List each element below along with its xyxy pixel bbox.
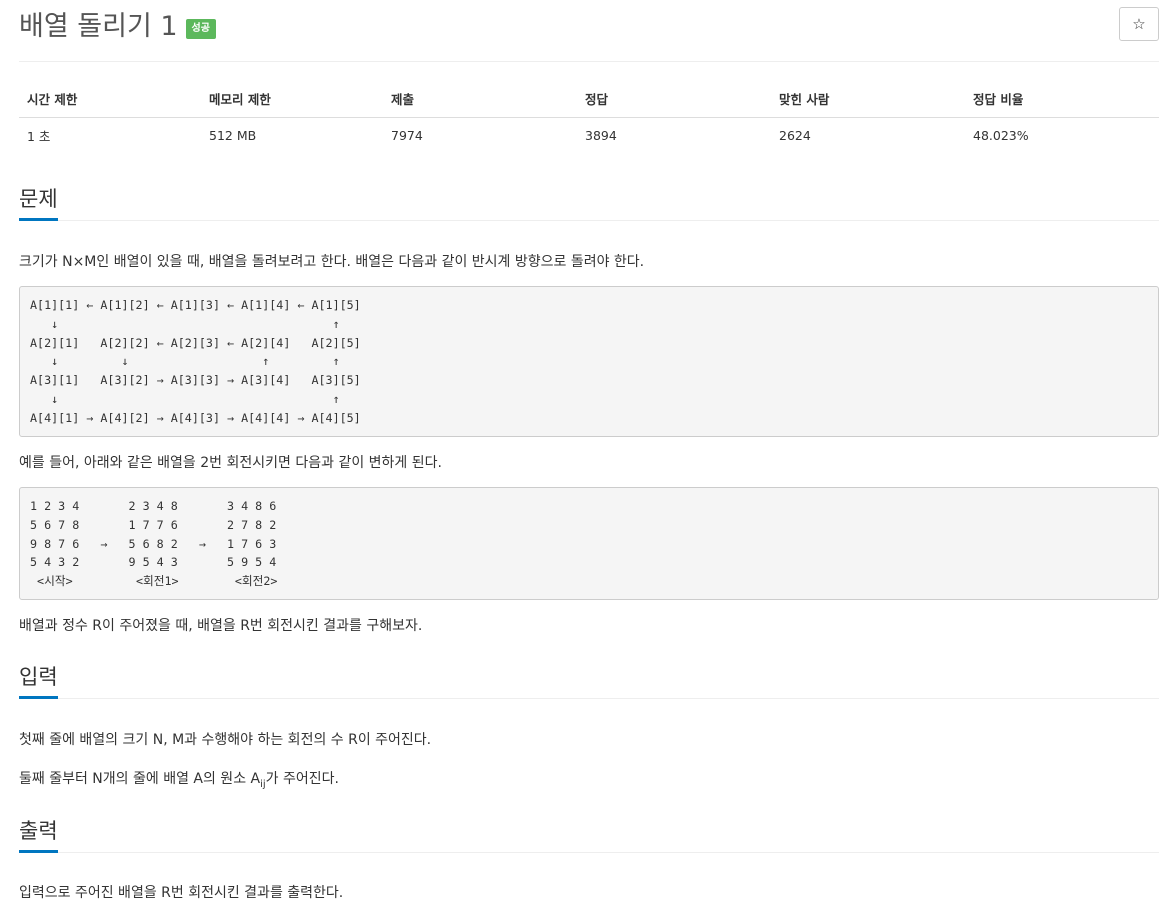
output-description: 입력으로 주어진 배열을 R번 회전시킨 결과를 출력한다. [19,885,344,901]
section-output-heading: 출력 [19,817,58,853]
star-button[interactable]: ☆ [1119,7,1159,41]
input-line-1: 첫째 줄에 배열의 크기 N, M과 수행해야 하는 회전의 수 R이 주어진다… [19,732,432,748]
section-problem: 문제 [19,185,1159,221]
section-input-heading: 입력 [19,663,58,699]
value-solved-users: 2624 [779,127,811,143]
problem-title-text: 배열 돌리기 1 [19,11,178,42]
input-line-2-text: 둘째 줄부터 N개의 줄에 배열 A의 원소 A [19,771,261,787]
header-time-limit: 시간 제한 [19,80,201,118]
problem-header: 배열 돌리기 1 성공 ☆ [19,7,1159,62]
input-line-2-suffix: 가 주어진다. [265,771,339,787]
value-accepted: 3894 [585,127,617,143]
table-row: 1 초 512 MB 7974 3894 2624 48.023% [19,117,1159,153]
value-time-limit: 1 초 [27,128,51,144]
value-memory-limit: 512 MB [209,127,257,143]
header-accepted: 정답 [577,80,771,118]
table-header-row: 시간 제한 메모리 제한 제출 정답 맞힌 사람 정답 비율 [19,80,1159,118]
status-badge: 성공 [185,19,216,39]
section-output: 출력 [19,817,1159,853]
problem-goal: 배열과 정수 R이 주어졌을 때, 배열을 R번 회전시킨 결과를 구해보자. [19,618,423,634]
section-input: 입력 [19,663,1159,699]
rotation-diagram: A[1][1] ← A[1][2] ← A[1][3] ← A[1][4] ← … [19,286,1159,437]
input-line-2: 둘째 줄부터 N개의 줄에 배열 A의 원소 Aij가 주어진다. [19,769,339,795]
problem-description: 크기가 N×M인 배열이 있을 때, 배열을 돌려보려고 한다. 배열은 다음과… [19,254,645,270]
rotation-example: 1 2 3 4 2 3 4 8 3 4 8 6 5 6 7 8 1 7 7 6 … [19,487,1159,600]
value-submissions: 7974 [391,127,423,143]
problem-title: 배열 돌리기 1 성공 [19,10,216,44]
problem-info-table: 시간 제한 메모리 제한 제출 정답 맞힌 사람 정답 비율 1 초 512 M… [19,80,1159,153]
star-icon: ☆ [1132,15,1146,33]
header-solved-users: 맞힌 사람 [771,80,965,118]
example-intro: 예를 들어, 아래와 같은 배열을 2번 회전시키면 다음과 같이 변하게 된다… [19,455,442,471]
header-memory-limit: 메모리 제한 [201,80,383,118]
section-problem-heading: 문제 [19,185,58,221]
header-accept-ratio: 정답 비율 [965,80,1159,118]
header-submissions: 제출 [383,80,577,118]
value-accept-ratio: 48.023% [973,127,1029,143]
